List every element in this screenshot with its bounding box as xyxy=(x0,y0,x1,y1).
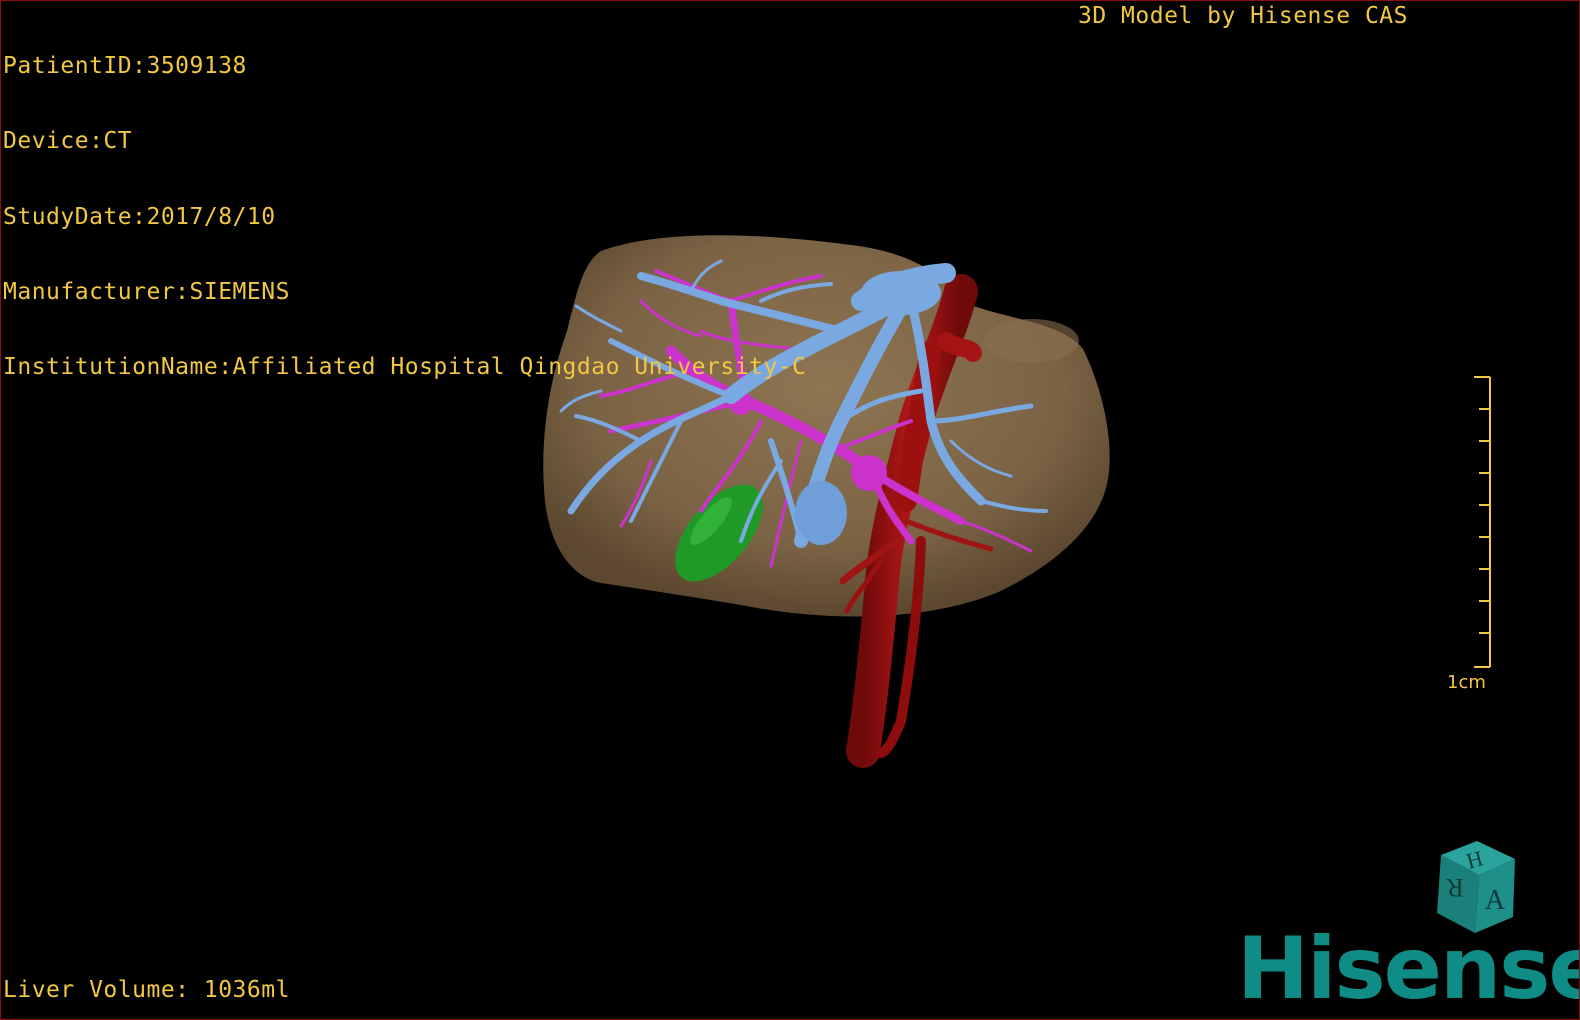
institution-text: InstitutionName:Affiliated Hospital Qing… xyxy=(3,354,807,381)
patient-info-overlay: PatientID:3509138 Device:CT StudyDate:20… xyxy=(3,4,806,430)
manufacturer-text: Manufacturer:SIEMENS xyxy=(3,278,290,305)
model-credit-text: 3D Model by Hisense CAS xyxy=(1078,3,1408,29)
hisense-logo: Hisense xyxy=(1237,919,1580,1019)
scale-label: 1cm xyxy=(1447,672,1486,693)
cube-face-front: A xyxy=(1485,885,1506,916)
patient-id-text: PatientID:3509138 xyxy=(3,53,247,79)
cube-face-side: R xyxy=(1446,873,1464,902)
3d-viewport[interactable]: PatientID:3509138 Device:CT StudyDate:20… xyxy=(0,0,1580,1020)
liver-volume-text: Liver Volume: 1036ml xyxy=(3,977,290,1003)
study-date-text: StudyDate:2017/8/10 xyxy=(3,203,276,230)
scale-bar xyxy=(1474,376,1491,668)
device-text: Device:CT xyxy=(3,128,133,155)
